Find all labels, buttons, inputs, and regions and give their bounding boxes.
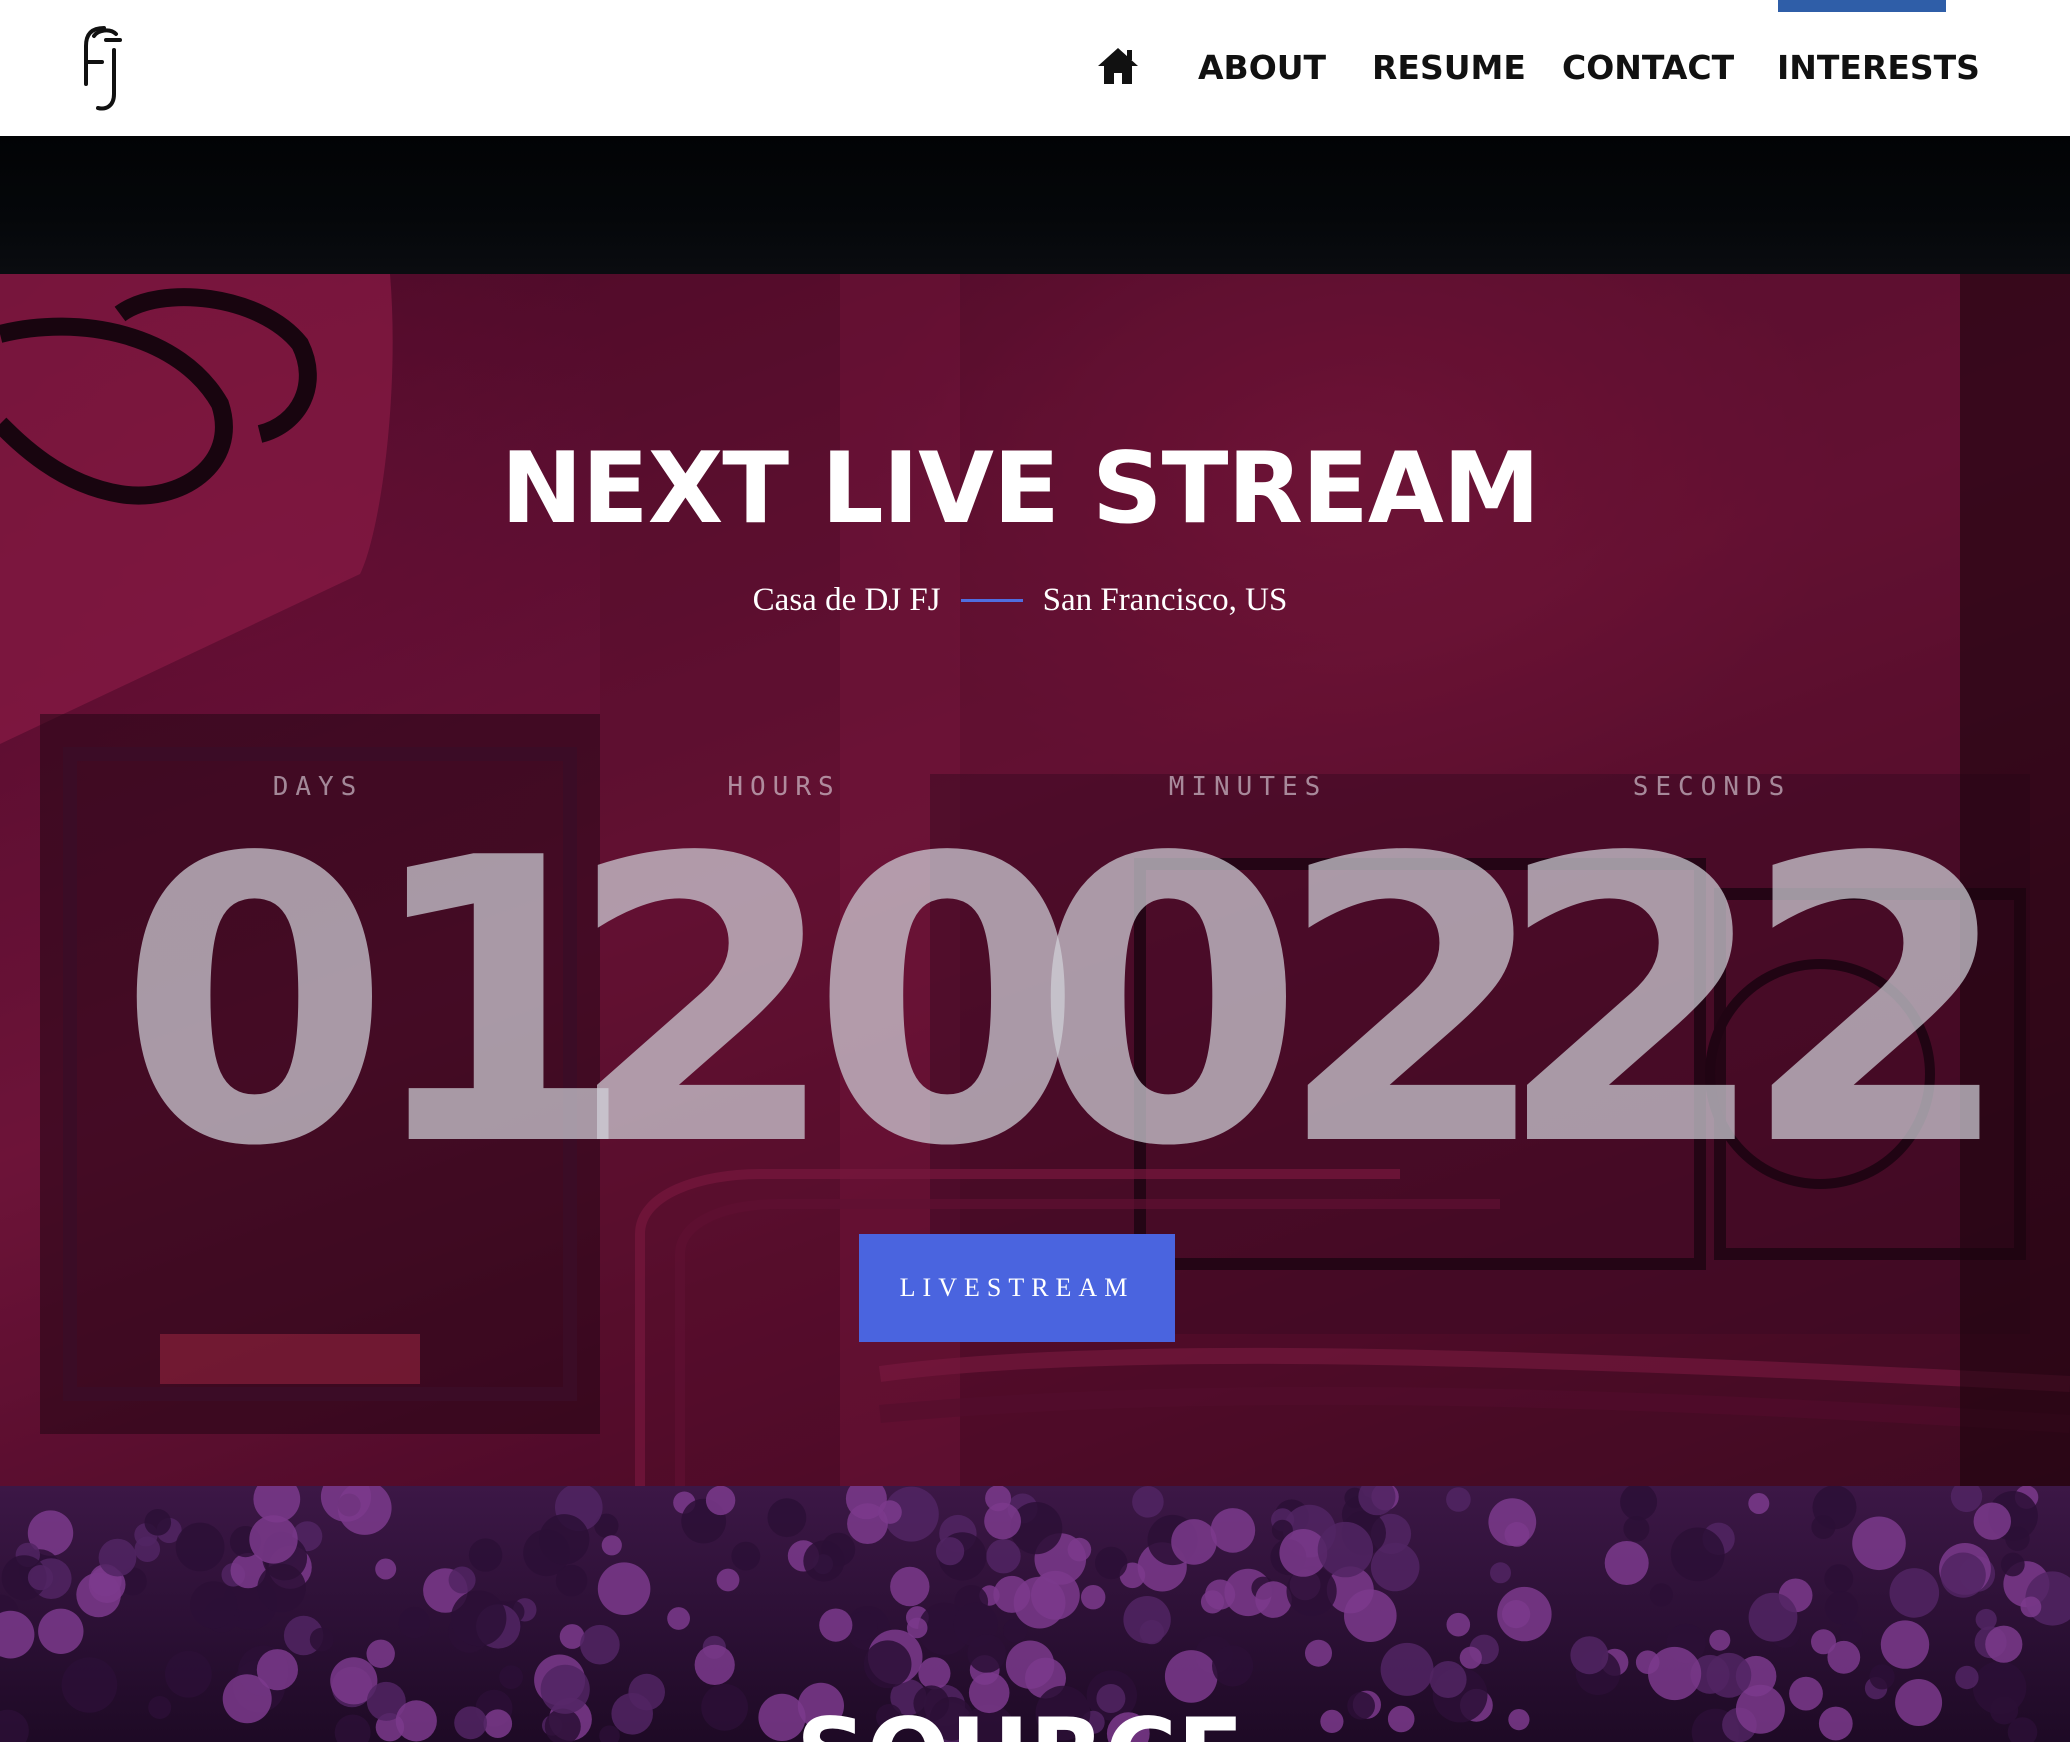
meta-divider xyxy=(960,599,1023,602)
countdown-days: 01 xyxy=(118,776,636,1232)
home-icon[interactable] xyxy=(1096,46,1140,86)
countdown-minutes: 02 xyxy=(1032,776,1550,1232)
hero-title: NEXT LIVE STREAM xyxy=(500,432,1541,546)
nav-resume[interactable]: RESUME xyxy=(1372,48,1526,88)
event-meta: Casa de DJ FJ San Francisco, US xyxy=(0,582,2040,619)
dark-banner-strip xyxy=(0,136,2070,274)
nav-contact[interactable]: CONTACT xyxy=(1562,48,1734,88)
section-title: SOURCE xyxy=(0,1700,2040,1742)
top-navbar: ABOUT RESUME CONTACT INTERESTS xyxy=(0,0,2070,136)
live-stream-hero: NEXT LIVE STREAM Casa de DJ FJ San Franc… xyxy=(0,274,2070,1486)
nav-active-indicator xyxy=(1778,0,1946,12)
source-section: SOURCE xyxy=(0,1486,2070,1742)
countdown-hours: 20 xyxy=(566,776,1084,1232)
countdown-seconds: 22 xyxy=(1496,776,2014,1232)
event-venue: Casa de DJ FJ xyxy=(752,582,941,618)
livestream-button[interactable]: LIVESTREAM xyxy=(859,1234,1175,1342)
nav-interests[interactable]: INTERESTS xyxy=(1777,48,1980,88)
event-location: San Francisco, US xyxy=(1042,582,1288,618)
nav-about[interactable]: ABOUT xyxy=(1198,48,1326,88)
site-logo[interactable] xyxy=(80,24,130,112)
